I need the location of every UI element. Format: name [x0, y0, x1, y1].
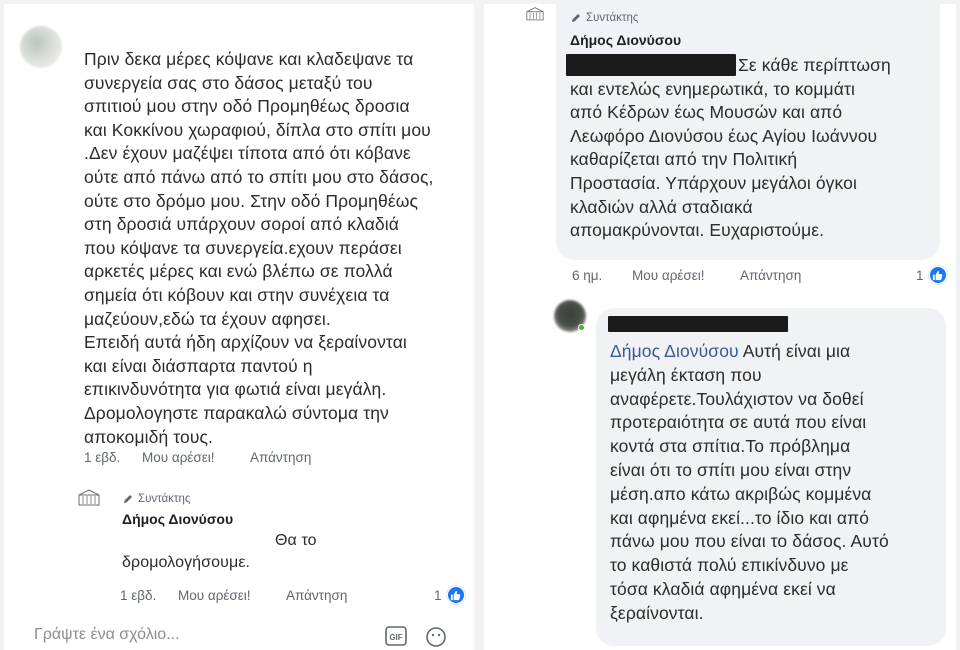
reply-body: Θα το δρομολογήσουμε. [122, 530, 342, 574]
municipality-logo-avatar[interactable] [522, 6, 548, 24]
thumbs-up-icon [928, 266, 947, 284]
reply-line: καθαρίζεται από την Πολιτική [570, 149, 798, 170]
thumbs-up-icon [446, 586, 465, 604]
comment-line: στη δροσιά υπάρχουν σοροί από κλαδιά [84, 214, 399, 235]
reply-link[interactable]: Απάντηση [740, 268, 801, 283]
comment-line: ξεραίνονται. [610, 602, 704, 623]
reply-line: από Κέδρων έως Μουσών και από [570, 102, 843, 123]
comment-line: μαζεύουν,εδώ τα έχουν αφησει. [84, 308, 331, 329]
author-role-badge: Συντάκτης [122, 493, 190, 505]
like-count: 1 [434, 587, 442, 603]
right-panel: Συντάκτης Δήμος Διονύσου Σε κάθε περίπτω… [484, 4, 956, 650]
gif-label: GIF [389, 633, 402, 642]
municipality-logo-icon [78, 489, 100, 506]
reply-line: Θα το [275, 532, 317, 549]
gif-icon[interactable]: GIF [384, 624, 408, 648]
comment-line: αποκομιδή τους. [84, 426, 214, 447]
comment-line: πάνω μου που είναι το δάσος. Αυτό [610, 531, 889, 552]
comment-body: Πριν δεκα μέρες κόψανε και κλαδεψανε τα … [84, 48, 464, 449]
comment-line: και Κοκκίνου χωραφιού, δίπλα στο σπίτι μ… [84, 119, 431, 140]
reply-line: Σε κάθε περίπτωση [738, 55, 891, 75]
reaction-count[interactable]: 1 [434, 586, 465, 604]
comment-line: Δήμος Διονύσου Αυτή είναι μια [610, 340, 940, 364]
reaction-count[interactable]: 1 [916, 266, 947, 284]
reply-body: Σε κάθε περίπτωση και εντελώς ενημερωτικ… [570, 54, 940, 243]
comment-line: που κόψανε τα συνεργεία.εχουν περάσει [84, 237, 402, 258]
comment-compose-bar: Γράψτε ένα σχόλιο... GIF [4, 624, 474, 650]
comment-line: σπιτιού μου στην οδό Προμηθέως δροσια [84, 96, 410, 117]
comment-line: τόσα κλαδιά αφημένα εκεί να [610, 578, 836, 599]
comment-body: Δήμος Διονύσου Αυτή είναι μια μεγάλη έκτ… [610, 340, 940, 626]
comment-line: μεγάλη έκταση που [610, 364, 762, 385]
comment-line: σημεία ότι κόβουν και στην συνέχεια τα [84, 284, 390, 305]
author-name-link[interactable]: Δήμος Διονύσου [122, 511, 233, 527]
comment-line: προτεραιότητα σε αυτά που είναι [610, 412, 867, 433]
author-role-label: Συντάκτης [138, 493, 191, 505]
reply-actions: 1 εβδ. Μου αρέσει! Απάντηση [120, 588, 347, 603]
like-link[interactable]: Μου αρέσει! [632, 268, 740, 283]
comment-line: αρκετές μέρες και ενώ βλέπω σε πολλά [84, 261, 393, 282]
reply-time[interactable]: 1 εβδ. [120, 588, 178, 603]
pencil-icon [124, 495, 132, 503]
online-status-dot [578, 324, 585, 331]
reply-line: και εντελώς ενημερωτικά, το κομμάτι [570, 78, 855, 99]
reply-line: δρομολογήσουμε. [122, 554, 251, 571]
comment-line-rest: Αυτή είναι μια [738, 341, 851, 361]
comment-line: κοντά στα σπίτια.Το πρόβλημα [610, 436, 851, 457]
comment-line: ούτε από πάνω από το σπίτι μου στο δάσος… [84, 166, 434, 187]
like-link[interactable]: Μου αρέσει! [178, 588, 286, 603]
author-name-link[interactable]: Δήμος Διονύσου [570, 32, 681, 48]
reply-line: Προστασία. Υπάρχουν μεγάλοι όγκοι [570, 172, 857, 193]
comment-line: συνεργεία σας στο δάσος μεταξύ του [84, 72, 373, 93]
comment-line: είναι ότι το σπίτι μου είναι στην [610, 459, 852, 480]
pencil-icon [572, 14, 580, 22]
author-role-label: Συντάκτης [586, 12, 639, 24]
redacted-author-name [608, 316, 788, 332]
comment-line: αναφέρετε.Τουλάχιστον να δοθεί [610, 388, 864, 409]
like-link[interactable]: Μου αρέσει! [142, 450, 250, 465]
municipality-logo-icon [526, 7, 544, 21]
comment-line: Επειδή αυτά ήδη αρχίζουν να ξεραίνονται [84, 332, 407, 353]
comment-actions: 1 εβδ. Μου αρέσει! Απάντηση [84, 450, 311, 465]
reply-time[interactable]: 6 ημ. [572, 268, 632, 283]
reply-link[interactable]: Απάντηση [250, 450, 311, 465]
author-role-badge: Συντάκτης [570, 12, 638, 24]
sticker-icon[interactable] [424, 624, 448, 648]
comment-time[interactable]: 1 εβδ. [84, 450, 142, 465]
reply-link[interactable]: Απάντηση [286, 588, 347, 603]
reply-line: απομακρύνονται. Ευχαριστούμε. [570, 220, 825, 241]
commenter-avatar[interactable] [20, 26, 62, 68]
comment-line: το καθιστά πολύ επικίνδυνο με [610, 555, 849, 576]
comment-line: επικινδυνότητα για φωτιά είναι μεγάλη. [84, 379, 387, 400]
comment-line: και αφημένα εκεί...το ίδιο και από [610, 507, 870, 528]
comment-line: ούτε στο δρόμο μου. Στην οδό Προμηθέως [84, 190, 419, 211]
reply-actions: 6 ημ. Μου αρέσει! Απάντηση [572, 268, 801, 283]
comment-line: .Δεν έχουν μαζέψει τίποτα από ότι κόβανε [84, 143, 411, 164]
comment-line: μέση.απο κάτω ακριβώς κομμένα [610, 483, 872, 504]
left-panel: Πριν δεκα μέρες κόψανε και κλαδεψανε τα … [4, 4, 474, 650]
municipality-logo-avatar[interactable] [76, 488, 102, 510]
comment-line: Δρομολογηστε παρακαλώ σύντομα την [84, 402, 389, 423]
reply-line: κλαδιών αλλά σταδιακά [570, 196, 753, 217]
reply-line: Λεωφόρο Διονύσου έως Αγίου Ιωάννου [570, 125, 878, 146]
mention-link[interactable]: Δήμος Διονύσου [610, 341, 739, 361]
comment-line: Πριν δεκα μέρες κόψανε και κλαδεψανε τα [84, 49, 414, 69]
comment-line: και είναι διάσπαρτα παντού η [84, 355, 313, 376]
like-count: 1 [916, 267, 924, 283]
comment-input[interactable]: Γράψτε ένα σχόλιο... [34, 626, 180, 644]
